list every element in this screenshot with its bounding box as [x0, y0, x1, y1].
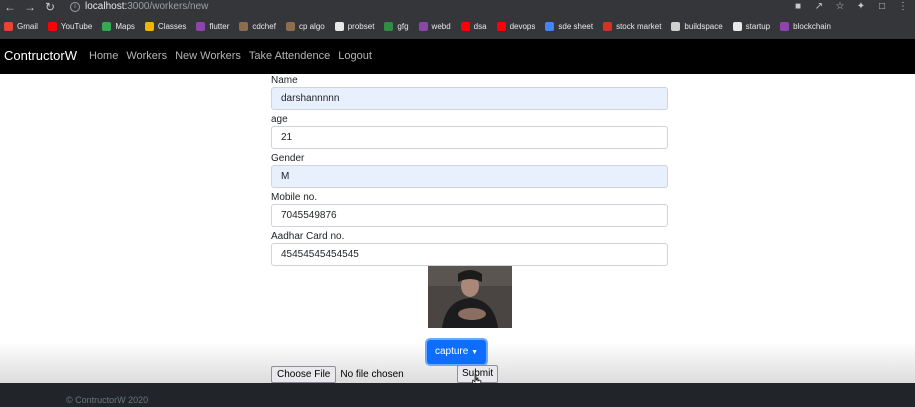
bookmark-stock-market[interactable]: stock market — [603, 21, 662, 31]
bookmark-favicon-icon — [418, 21, 428, 31]
reload-icon[interactable]: ↻ — [43, 0, 57, 14]
menu-icon[interactable]: ⋮ — [897, 1, 909, 13]
app-navbar: ContructorW Home Workers New Workers Take A… — [0, 39, 915, 74]
field-label: Aadhar Card no. — [271, 231, 345, 242]
bookmark-label: probset — [347, 21, 375, 31]
bookmark-favicon-icon — [334, 21, 344, 31]
address-bar[interactable]: localhost:3000/workers/new — [85, 1, 208, 13]
bookmark-favicon-icon — [460, 21, 470, 31]
bookmark-label: flutter — [209, 21, 230, 31]
bookmark-cp-algo[interactable]: cp algo — [285, 21, 325, 31]
share-icon[interactable]: ↗ — [813, 1, 825, 13]
bookmark-flutter[interactable]: flutter — [196, 21, 230, 31]
bookmark-gfg[interactable]: gfg — [384, 21, 409, 31]
bookmark-gmail[interactable]: Gmail — [4, 21, 38, 31]
bookmark-cdchef[interactable]: cdchef — [239, 21, 276, 31]
field-input-gender[interactable]: M — [271, 165, 668, 188]
nav-link-workers[interactable]: Workers — [126, 50, 167, 62]
bookmark-blockchain[interactable]: blockchain — [780, 21, 831, 31]
field-label: age — [271, 114, 288, 125]
field-label: Mobile no. — [271, 192, 318, 203]
navbar-links: Home Workers New Workers Take Attendence Log… — [89, 50, 372, 62]
bookmark-label: Maps — [115, 21, 135, 31]
bookmark-favicon-icon — [671, 21, 681, 31]
bookmark-favicon-icon — [603, 21, 613, 31]
bookmark-favicon-icon — [732, 21, 742, 31]
bookmark-label: Classes — [157, 21, 187, 31]
field-input-name[interactable]: darshannnnn — [271, 87, 668, 110]
url-host: localhost: — [85, 1, 128, 12]
url-path: 3000/workers/new — [127, 1, 209, 12]
extensions-icon[interactable]: ✦ — [855, 1, 867, 13]
caret-down-icon: ▼ — [471, 349, 479, 356]
bookmarks-bar: Gmail YouTube Maps Classes flutter cdchef cp a… — [4, 18, 831, 34]
site-info-icon[interactable]: i — [70, 2, 80, 12]
capture-label: capture — [434, 346, 469, 357]
bookmark-favicon-icon — [4, 21, 13, 31]
bookmark-favicon-icon — [47, 21, 57, 31]
bookmark-webd[interactable]: webd — [418, 21, 451, 31]
choose-file-button[interactable]: Choose File — [271, 365, 337, 383]
field-input-age[interactable]: 21 — [271, 126, 668, 149]
capture-dropdown-button[interactable]: capture ▼ — [427, 340, 486, 364]
bookmark-favicon-icon — [196, 21, 206, 31]
nav-link-take-attendence[interactable]: Take Attendence — [249, 50, 330, 62]
field-input-aadhar-card-no[interactable]: 45454545454545 — [271, 243, 668, 266]
nav-link-home[interactable]: Home — [89, 50, 118, 62]
new-worker-form: Name darshannnnn age 21 Gender M Mobile no. 704… — [271, 74, 669, 269]
bookmark-label: Gmail — [17, 21, 38, 31]
file-status: No file chosen — [340, 368, 404, 380]
back-icon[interactable]: ← — [3, 0, 17, 14]
bookmark-label: sde sheet — [558, 21, 594, 31]
bookmark-sde-sheet[interactable]: sde sheet — [545, 21, 594, 31]
field-label: Gender — [271, 153, 305, 164]
field-input-mobile-no[interactable]: 7045549876 — [271, 204, 668, 227]
footer-copyright: © ContructorW 2020 — [66, 395, 149, 405]
sidebar-icon[interactable]: □ — [876, 1, 888, 13]
bookmark-label: stock market — [616, 21, 662, 31]
address-bar-row: ← → ↻ i localhost:3000/workers/new ■ ↗ ☆… — [0, 0, 915, 16]
bookmark-favicon-icon — [239, 21, 249, 31]
bookmark-label: dsa — [473, 21, 487, 31]
bookmark-label: YouTube — [60, 21, 93, 31]
browser-toolbar-icons: ■ ↗ ☆ ✦ □ ⋮ — [792, 1, 909, 13]
bookmark-favicon-icon — [144, 21, 154, 31]
bookmark-label: buildspace — [684, 21, 723, 31]
bookmark-classes[interactable]: Classes — [144, 21, 187, 31]
bookmark-dsa[interactable]: dsa — [460, 21, 487, 31]
bookmark-maps[interactable]: Maps — [102, 21, 135, 31]
navbar-brand[interactable]: ContructorW — [4, 48, 77, 63]
bookmark-favicon-icon — [102, 21, 112, 31]
star-icon[interactable]: ☆ — [834, 1, 846, 13]
bookmark-label: cdchef — [252, 21, 276, 31]
bookmark-probset[interactable]: probset — [334, 21, 375, 31]
footer: © ContructorW 2020 — [0, 383, 915, 407]
bookmark-label: cp algo — [298, 21, 325, 31]
bookmark-label: blockchain — [793, 21, 831, 31]
bookmark-label: startup — [745, 21, 771, 31]
nav-link-new-workers[interactable]: New Workers — [175, 50, 241, 62]
bookmark-label: devops — [509, 21, 536, 31]
bookmark-startup[interactable]: startup — [732, 21, 771, 31]
field-label: Name — [271, 75, 298, 86]
bookmark-favicon-icon — [545, 21, 555, 31]
forward-icon[interactable]: → — [23, 0, 37, 14]
bookmark-label: gfg — [397, 21, 409, 31]
bookmark-devops[interactable]: devops — [496, 21, 536, 31]
file-upload: Choose File No file chosen — [271, 365, 404, 383]
bookmark-favicon-icon — [496, 21, 506, 31]
webcam-photo — [428, 266, 512, 328]
browser-chrome: ← → ↻ i localhost:3000/workers/new ■ ↗ ☆… — [0, 0, 915, 39]
bookmark-youtube[interactable]: YouTube — [47, 21, 93, 31]
bookmark-favicon-icon — [780, 21, 790, 31]
nav-link-logout[interactable]: Logout — [338, 50, 372, 62]
bookmark-buildspace[interactable]: buildspace — [671, 21, 723, 31]
bookmark-favicon-icon — [384, 21, 394, 31]
camera-icon[interactable]: ■ — [792, 1, 804, 13]
bookmark-label: webd — [431, 21, 451, 31]
bookmark-favicon-icon — [285, 21, 295, 31]
